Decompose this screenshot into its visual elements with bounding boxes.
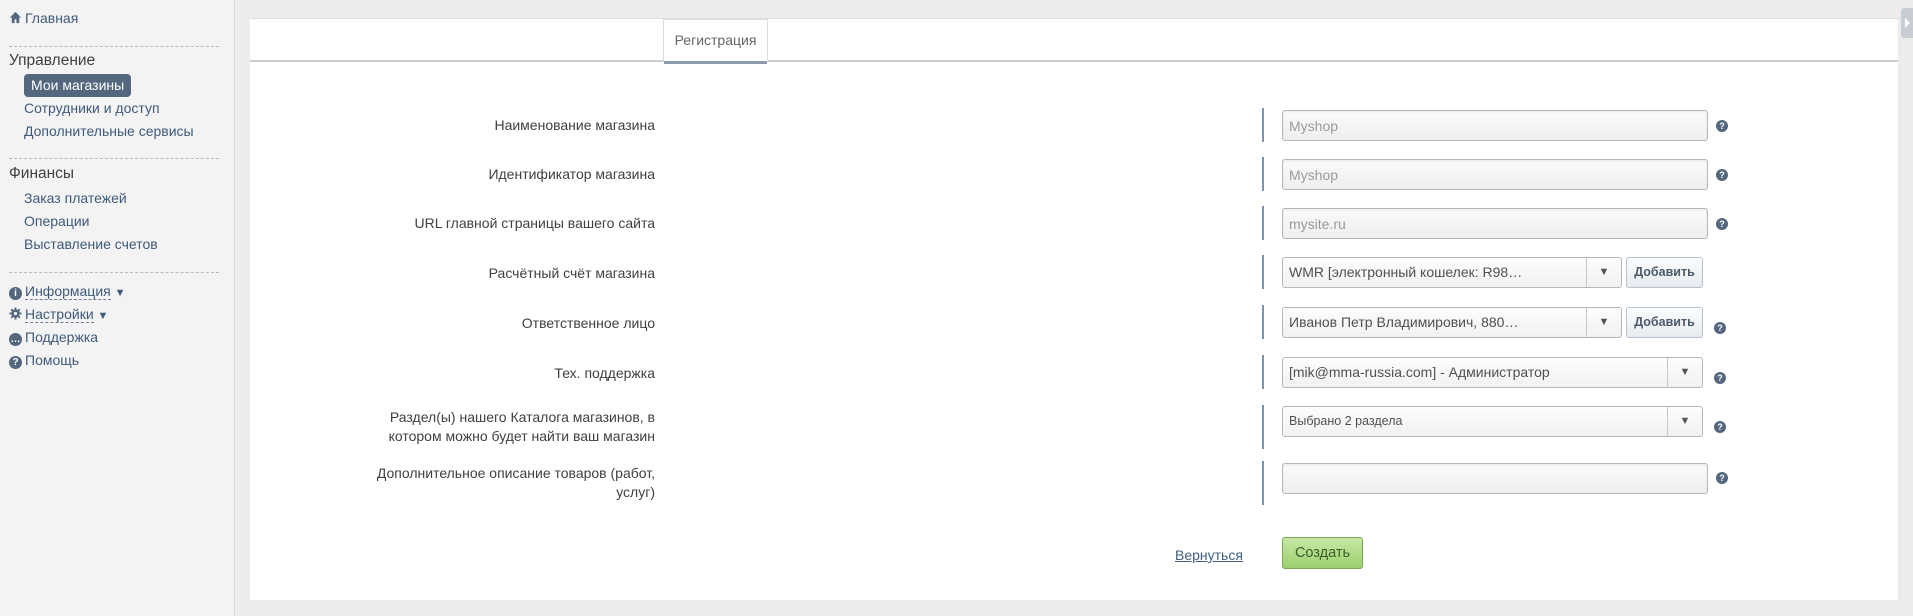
- help-icon[interactable]: ?: [1716, 169, 1728, 181]
- sidebar-item-label: Настройки: [25, 306, 94, 323]
- info-icon: i: [9, 287, 22, 300]
- help-icon[interactable]: ?: [1716, 218, 1728, 230]
- add-person-button[interactable]: Добавить: [1626, 307, 1703, 338]
- catalog-label-line1: Раздел(ы) нашего Каталога магазинов, в: [389, 409, 655, 425]
- sidebar-item-settings[interactable]: Настройки ▼: [9, 306, 109, 323]
- shop-id-input[interactable]: [1282, 159, 1708, 190]
- chat-icon: …: [9, 333, 22, 346]
- sidebar-item-help[interactable]: ? Помощь: [9, 352, 79, 369]
- sidebar-item-operations[interactable]: Операции: [24, 213, 90, 229]
- tech-support-select[interactable]: [mik@mma-russia.com] - Администратор ▼: [1282, 357, 1703, 388]
- chevron-down-icon: ▼: [1667, 407, 1702, 436]
- side-panel-toggle[interactable]: [1901, 8, 1913, 38]
- catalog-sections-label: Раздел(ы) нашего Каталога магазинов, в к…: [389, 408, 655, 446]
- description-label-line1: Дополнительное описание товаров (работ,: [376, 465, 655, 481]
- sidebar-item-home[interactable]: Главная: [9, 10, 78, 26]
- shop-id-label: Идентификатор магазина: [488, 166, 655, 182]
- gear-icon: [9, 307, 22, 320]
- tech-support-value: [mik@mma-russia.com] - Администратор: [1289, 364, 1550, 380]
- field-divider: [1262, 255, 1264, 289]
- description-input[interactable]: [1282, 463, 1708, 494]
- field-divider: [1262, 355, 1264, 389]
- sidebar-item-invoicing[interactable]: Выставление счетов: [24, 236, 158, 252]
- field-divider: [1262, 461, 1264, 505]
- account-select[interactable]: WMR [электронный кошелек: R98… ▼: [1282, 257, 1622, 288]
- catalog-label-line2: котором можно будет найти ваш магазин: [388, 428, 655, 444]
- help-icon[interactable]: ?: [1714, 372, 1726, 384]
- chevron-down-icon: ▼: [114, 287, 126, 299]
- main-panel: Регистрация Наименование магазина ? Иден…: [250, 18, 1898, 600]
- sidebar-section-title: Управление: [9, 52, 96, 69]
- tab-bar: Регистрация: [250, 19, 1898, 64]
- shop-name-label: Наименование магазина: [494, 117, 655, 133]
- catalog-sections-value: Выбрано 2 раздела: [1289, 414, 1403, 428]
- field-divider: [1262, 108, 1264, 142]
- sidebar-item-info[interactable]: i Информация ▼: [9, 283, 126, 300]
- help-icon[interactable]: ?: [1716, 120, 1728, 132]
- responsible-person-label: Ответственное лицо: [521, 315, 655, 331]
- sidebar-item-payment-orders[interactable]: Заказ платежей: [24, 190, 127, 206]
- catalog-sections-select[interactable]: Выбрано 2 раздела ▼: [1282, 406, 1703, 437]
- sidebar-divider: [9, 158, 219, 159]
- sidebar-item-staff-access[interactable]: Сотрудники и доступ: [24, 100, 160, 116]
- shop-name-input[interactable]: [1282, 110, 1708, 141]
- sidebar-divider: [9, 272, 219, 273]
- sidebar: Главная Управление Мои магазины Сотрудни…: [0, 0, 235, 616]
- chevron-down-icon: ▼: [97, 310, 109, 322]
- chevron-down-icon: ▼: [1586, 258, 1621, 287]
- description-label-line2: услуг): [616, 484, 655, 500]
- tab-registration[interactable]: Регистрация: [663, 19, 768, 64]
- responsible-person-value: Иванов Петр Владимирович, 880…: [1289, 314, 1519, 330]
- chevron-down-icon: ▼: [1667, 358, 1702, 387]
- description-label: Дополнительное описание товаров (работ, …: [377, 464, 655, 502]
- home-icon: [9, 11, 22, 24]
- chevron-down-icon: ▼: [1586, 308, 1621, 337]
- site-url-input[interactable]: [1282, 208, 1708, 239]
- sidebar-item-label: Главная: [25, 10, 79, 26]
- add-account-button[interactable]: Добавить: [1626, 257, 1703, 288]
- field-divider: [1262, 405, 1264, 449]
- responsible-person-select[interactable]: Иванов Петр Владимирович, 880… ▼: [1282, 307, 1622, 338]
- help-icon[interactable]: ?: [1714, 322, 1726, 334]
- back-link[interactable]: Вернуться: [1175, 547, 1243, 563]
- help-icon[interactable]: ?: [1716, 472, 1728, 484]
- sidebar-item-extra-services[interactable]: Дополнительные сервисы: [24, 123, 194, 139]
- account-select-value: WMR [электронный кошелек: R98…: [1289, 264, 1523, 280]
- field-divider: [1262, 206, 1264, 240]
- site-url-label: URL главной страницы вашего сайта: [414, 215, 655, 231]
- sidebar-item-support[interactable]: … Поддержка: [9, 329, 98, 346]
- help-icon: ?: [9, 356, 22, 369]
- field-divider: [1262, 305, 1264, 339]
- sidebar-section-title: Финансы: [9, 165, 75, 182]
- tech-support-label: Тех. поддержка: [554, 365, 655, 381]
- create-button[interactable]: Создать: [1282, 537, 1363, 569]
- sidebar-item-label: Поддержка: [25, 329, 99, 345]
- sidebar-item-label: Информация: [25, 283, 111, 300]
- help-icon[interactable]: ?: [1714, 421, 1726, 433]
- sidebar-divider: [9, 46, 219, 47]
- sidebar-item-label: Помощь: [25, 352, 80, 368]
- field-divider: [1262, 157, 1264, 191]
- account-label: Расчётный счёт магазина: [488, 265, 655, 281]
- sidebar-item-my-shops[interactable]: Мои магазины: [24, 74, 132, 97]
